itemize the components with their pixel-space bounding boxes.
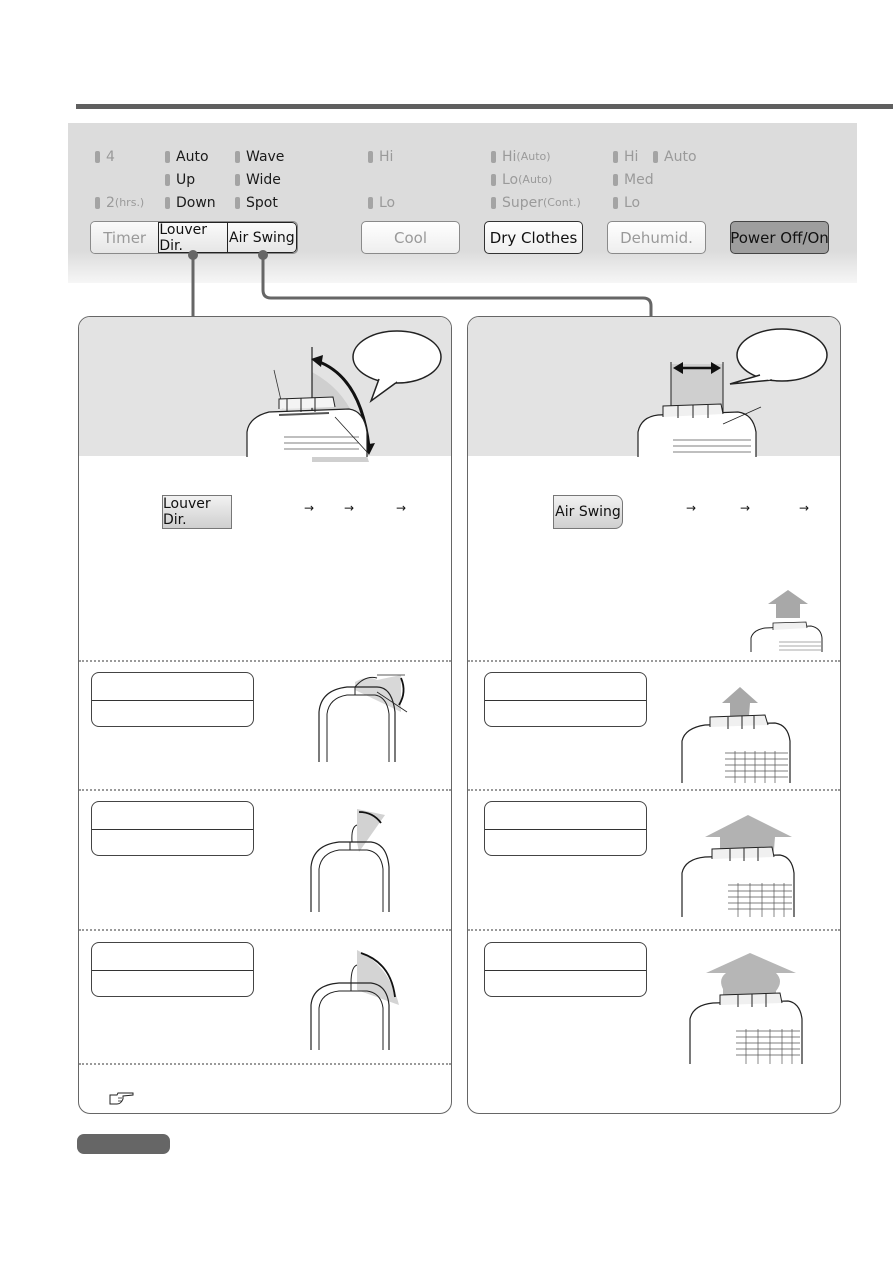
speech-bubble [729,328,828,385]
hand-pointer-icon [109,1092,134,1105]
divider [79,660,451,662]
divider [468,929,840,931]
callout-connectors [188,250,653,318]
louver-dir-press-button[interactable]: Louver Dir. [162,495,232,529]
sequence-arrow-icon: → [304,501,315,515]
mode-label-box [91,801,254,856]
sequence-arrow-icon: → [344,501,355,515]
sequence-arrow-icon: → [396,501,407,515]
sequence-arrow-icon: → [740,501,751,515]
mode-label-box [484,801,647,856]
spot-mode-illustration [689,953,803,1064]
louver-middle-illustration [310,809,390,912]
divider [79,789,451,791]
mode-label-box [91,672,254,727]
sequence-arrow-icon: → [686,501,697,515]
wave-swing-illustration [750,590,823,652]
wave-mode-illustration [681,687,791,783]
air-swing-card: Air Swing → → → [467,316,841,1114]
divider [79,929,451,931]
speech-bubble [352,330,442,404]
mode-label-box [484,672,647,727]
louver-direction-card: Louver Dir. → → → [78,316,452,1114]
swing-connector-line [261,255,653,318]
mode-label-box [91,942,254,997]
louver-up-illustration [318,674,408,762]
note-badge [77,1134,170,1154]
divider [79,1063,451,1065]
air-swing-press-button[interactable]: Air Swing [553,495,623,529]
divider [468,660,840,662]
mode-label-box [484,942,647,997]
louver-down-illustration [310,950,399,1050]
sequence-arrow-icon: → [799,501,810,515]
divider [468,789,840,791]
wide-mode-illustration [681,815,795,917]
